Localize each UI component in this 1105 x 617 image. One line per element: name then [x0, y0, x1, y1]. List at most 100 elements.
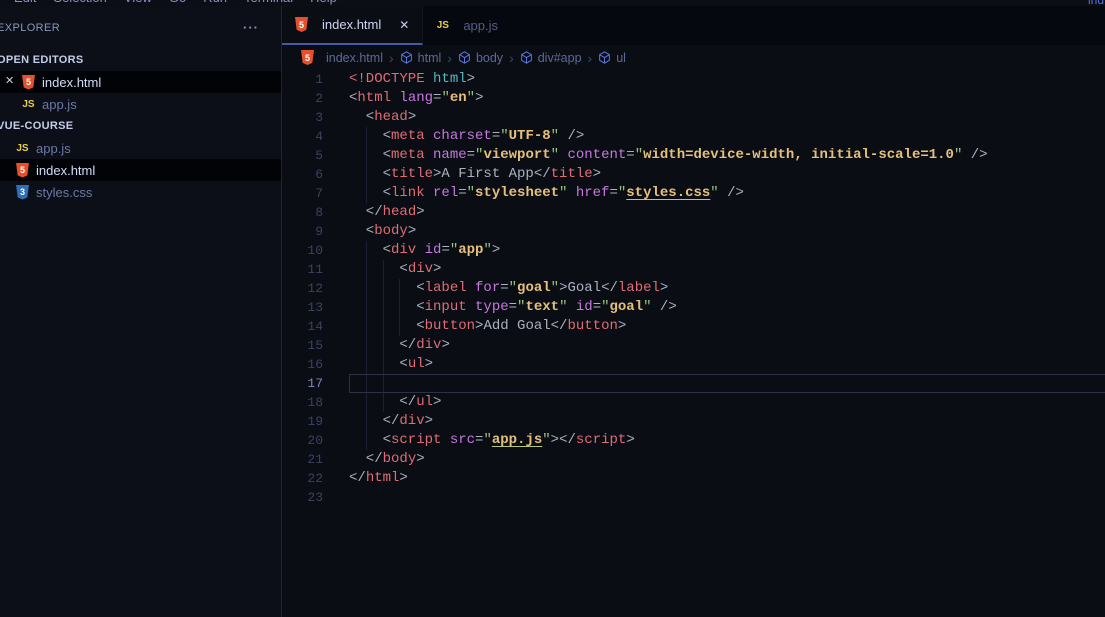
sidebar-item-label: index.html	[42, 75, 101, 90]
sidebar-item-styles-css[interactable]: 3styles.css	[0, 181, 281, 203]
code-line[interactable]: 20<script src="app.js"></script>	[282, 431, 1105, 450]
code-line[interactable]: 2<html lang="en">	[282, 89, 1105, 108]
menu-item-edit[interactable]: Edit	[10, 0, 40, 5]
close-icon[interactable]: ✕	[5, 74, 14, 87]
line-content: <ul>	[349, 355, 1105, 374]
line-content: <script src="app.js"></script>	[349, 431, 1105, 450]
indent-guide	[366, 298, 367, 317]
indent-guide	[366, 393, 367, 412]
line-tokens: </div>	[349, 412, 433, 431]
more-actions-icon[interactable]: ···	[243, 20, 259, 35]
line-content: <div>	[349, 260, 1105, 279]
tab-app-js[interactable]: JSapp.js	[423, 6, 511, 45]
line-content: <!DOCTYPE html>	[349, 70, 1105, 89]
line-number: 13	[282, 298, 349, 317]
code-line[interactable]: 11<div>	[282, 260, 1105, 279]
line-number: 6	[282, 165, 349, 184]
indent-guide	[383, 317, 384, 336]
code-line[interactable]: 3<head>	[282, 108, 1105, 127]
link-token[interactable]: app.js	[492, 432, 542, 448]
code-line[interactable]: 14<button>Add Goal</button>	[282, 317, 1105, 336]
code-line[interactable]: 8</head>	[282, 203, 1105, 222]
line-number: 16	[282, 355, 349, 374]
sidebar-item-app-js[interactable]: JSapp.js	[0, 93, 281, 115]
code-line[interactable]: 22</html>	[282, 469, 1105, 488]
html-file-icon: 5	[301, 50, 314, 65]
sidebar-item-label: app.js	[36, 141, 71, 156]
line-number: 21	[282, 450, 349, 469]
code-line[interactable]: 9<body>	[282, 222, 1105, 241]
line-content: <label for="goal">Goal</label>	[349, 279, 1105, 298]
breadcrumb: 5index.html›html›body›div#app›ul	[282, 45, 1105, 70]
line-content: <input type="text" id="goal" />	[349, 298, 1105, 317]
sidebar-item-app-js[interactable]: JSapp.js	[0, 137, 281, 159]
line-content: <div id="app">	[349, 241, 1105, 260]
menu-item-help[interactable]: Help	[306, 0, 341, 5]
explorer-sections: OPEN EDITORS ✕ 5 index.html JSapp.jsVUE-COUR…	[0, 49, 281, 203]
symbol-cube-icon	[520, 51, 533, 64]
code-line[interactable]: 13<input type="text" id="goal" />	[282, 298, 1105, 317]
section-header-vue-course[interactable]: VUE-COURSE	[0, 115, 281, 137]
close-icon[interactable]: ✕	[399, 18, 409, 32]
workbench: EXPLORER ··· OPEN EDITORS✕5index.htmlJSa…	[0, 6, 1105, 617]
breadcrumb-item-body[interactable]: body	[458, 51, 503, 65]
line-number: 17	[282, 374, 349, 393]
menu-item-go[interactable]: Go	[165, 0, 190, 5]
line-content: <body>	[349, 222, 1105, 241]
menu-item-run[interactable]: Run	[199, 0, 231, 5]
line-content: <link rel="stylesheet" href="styles.css"…	[349, 184, 1105, 203]
code-line[interactable]: 17	[282, 374, 1105, 393]
line-tokens: <head>	[349, 108, 416, 127]
code-line[interactable]: 5<meta name="viewport" content="width=de…	[282, 146, 1105, 165]
code-line[interactable]: 6<title>A First App</title>	[282, 165, 1105, 184]
line-tokens: </html>	[349, 469, 408, 488]
sidebar-item-label: index.html	[36, 163, 95, 178]
breadcrumb-label: ul	[616, 51, 626, 65]
line-tokens: <html lang="en">	[349, 89, 483, 108]
titlebar-text-fragment: ind	[1088, 0, 1104, 6]
sidebar-item-index-html[interactable]: 5 index.html	[0, 159, 281, 181]
section-header-open-editors[interactable]: OPEN EDITORS	[0, 49, 281, 71]
link-token[interactable]: styles.css	[626, 185, 710, 201]
tab-index-html[interactable]: 5index.html✕	[282, 6, 423, 45]
menu-item-selection[interactable]: Selection	[49, 0, 110, 5]
line-number: 5	[282, 146, 349, 165]
chevron-right-icon: ›	[389, 50, 394, 66]
line-number: 10	[282, 241, 349, 260]
code-editor[interactable]: 1<!DOCTYPE html>2<html lang="en">3<head>…	[282, 70, 1105, 617]
line-number: 14	[282, 317, 349, 336]
code-line[interactable]: 19</div>	[282, 412, 1105, 431]
code-line[interactable]: 16<ul>	[282, 355, 1105, 374]
code-line[interactable]: 12<label for="goal">Goal</label>	[282, 279, 1105, 298]
code-line[interactable]: 7<link rel="stylesheet" href="styles.css…	[282, 184, 1105, 203]
breadcrumb-item-index-html[interactable]: 5index.html	[301, 50, 383, 65]
breadcrumb-item-ul[interactable]: ul	[598, 51, 626, 65]
indent-guide	[399, 317, 400, 336]
line-content: <title>A First App</title>	[349, 165, 1105, 184]
indent-guide	[366, 336, 367, 355]
code-line[interactable]: 1<!DOCTYPE html>	[282, 70, 1105, 89]
line-tokens: <label for="goal">Goal</label>	[349, 279, 668, 298]
html-file-icon: 5	[16, 163, 29, 178]
code-line[interactable]: 21</body>	[282, 450, 1105, 469]
breadcrumb-item-div-app[interactable]: div#app	[520, 51, 582, 65]
breadcrumb-item-html[interactable]: html	[400, 51, 442, 65]
line-number: 18	[282, 393, 349, 412]
line-content: <button>Add Goal</button>	[349, 317, 1105, 336]
code-line[interactable]: 10<div id="app">	[282, 241, 1105, 260]
line-content: <meta name="viewport" content="width=dev…	[349, 146, 1105, 165]
line-number: 19	[282, 412, 349, 431]
menu-item-view[interactable]: View	[120, 0, 156, 5]
sidebar-item-index-html[interactable]: ✕ 5 index.html	[0, 71, 281, 93]
html-file-icon: 5	[22, 75, 35, 90]
indent-guide	[383, 355, 384, 374]
indent-guide	[399, 279, 400, 298]
indent-guide	[383, 393, 384, 412]
code-line[interactable]: 18</ul>	[282, 393, 1105, 412]
code-line[interactable]: 4<meta charset="UTF-8" />	[282, 127, 1105, 146]
menu-item-terminal[interactable]: Terminal	[240, 0, 297, 5]
code-line[interactable]: 15</div>	[282, 336, 1105, 355]
code-line[interactable]: 23	[282, 488, 1105, 507]
line-tokens: <body>	[349, 222, 416, 241]
line-tokens: <div id="app">	[349, 241, 500, 260]
